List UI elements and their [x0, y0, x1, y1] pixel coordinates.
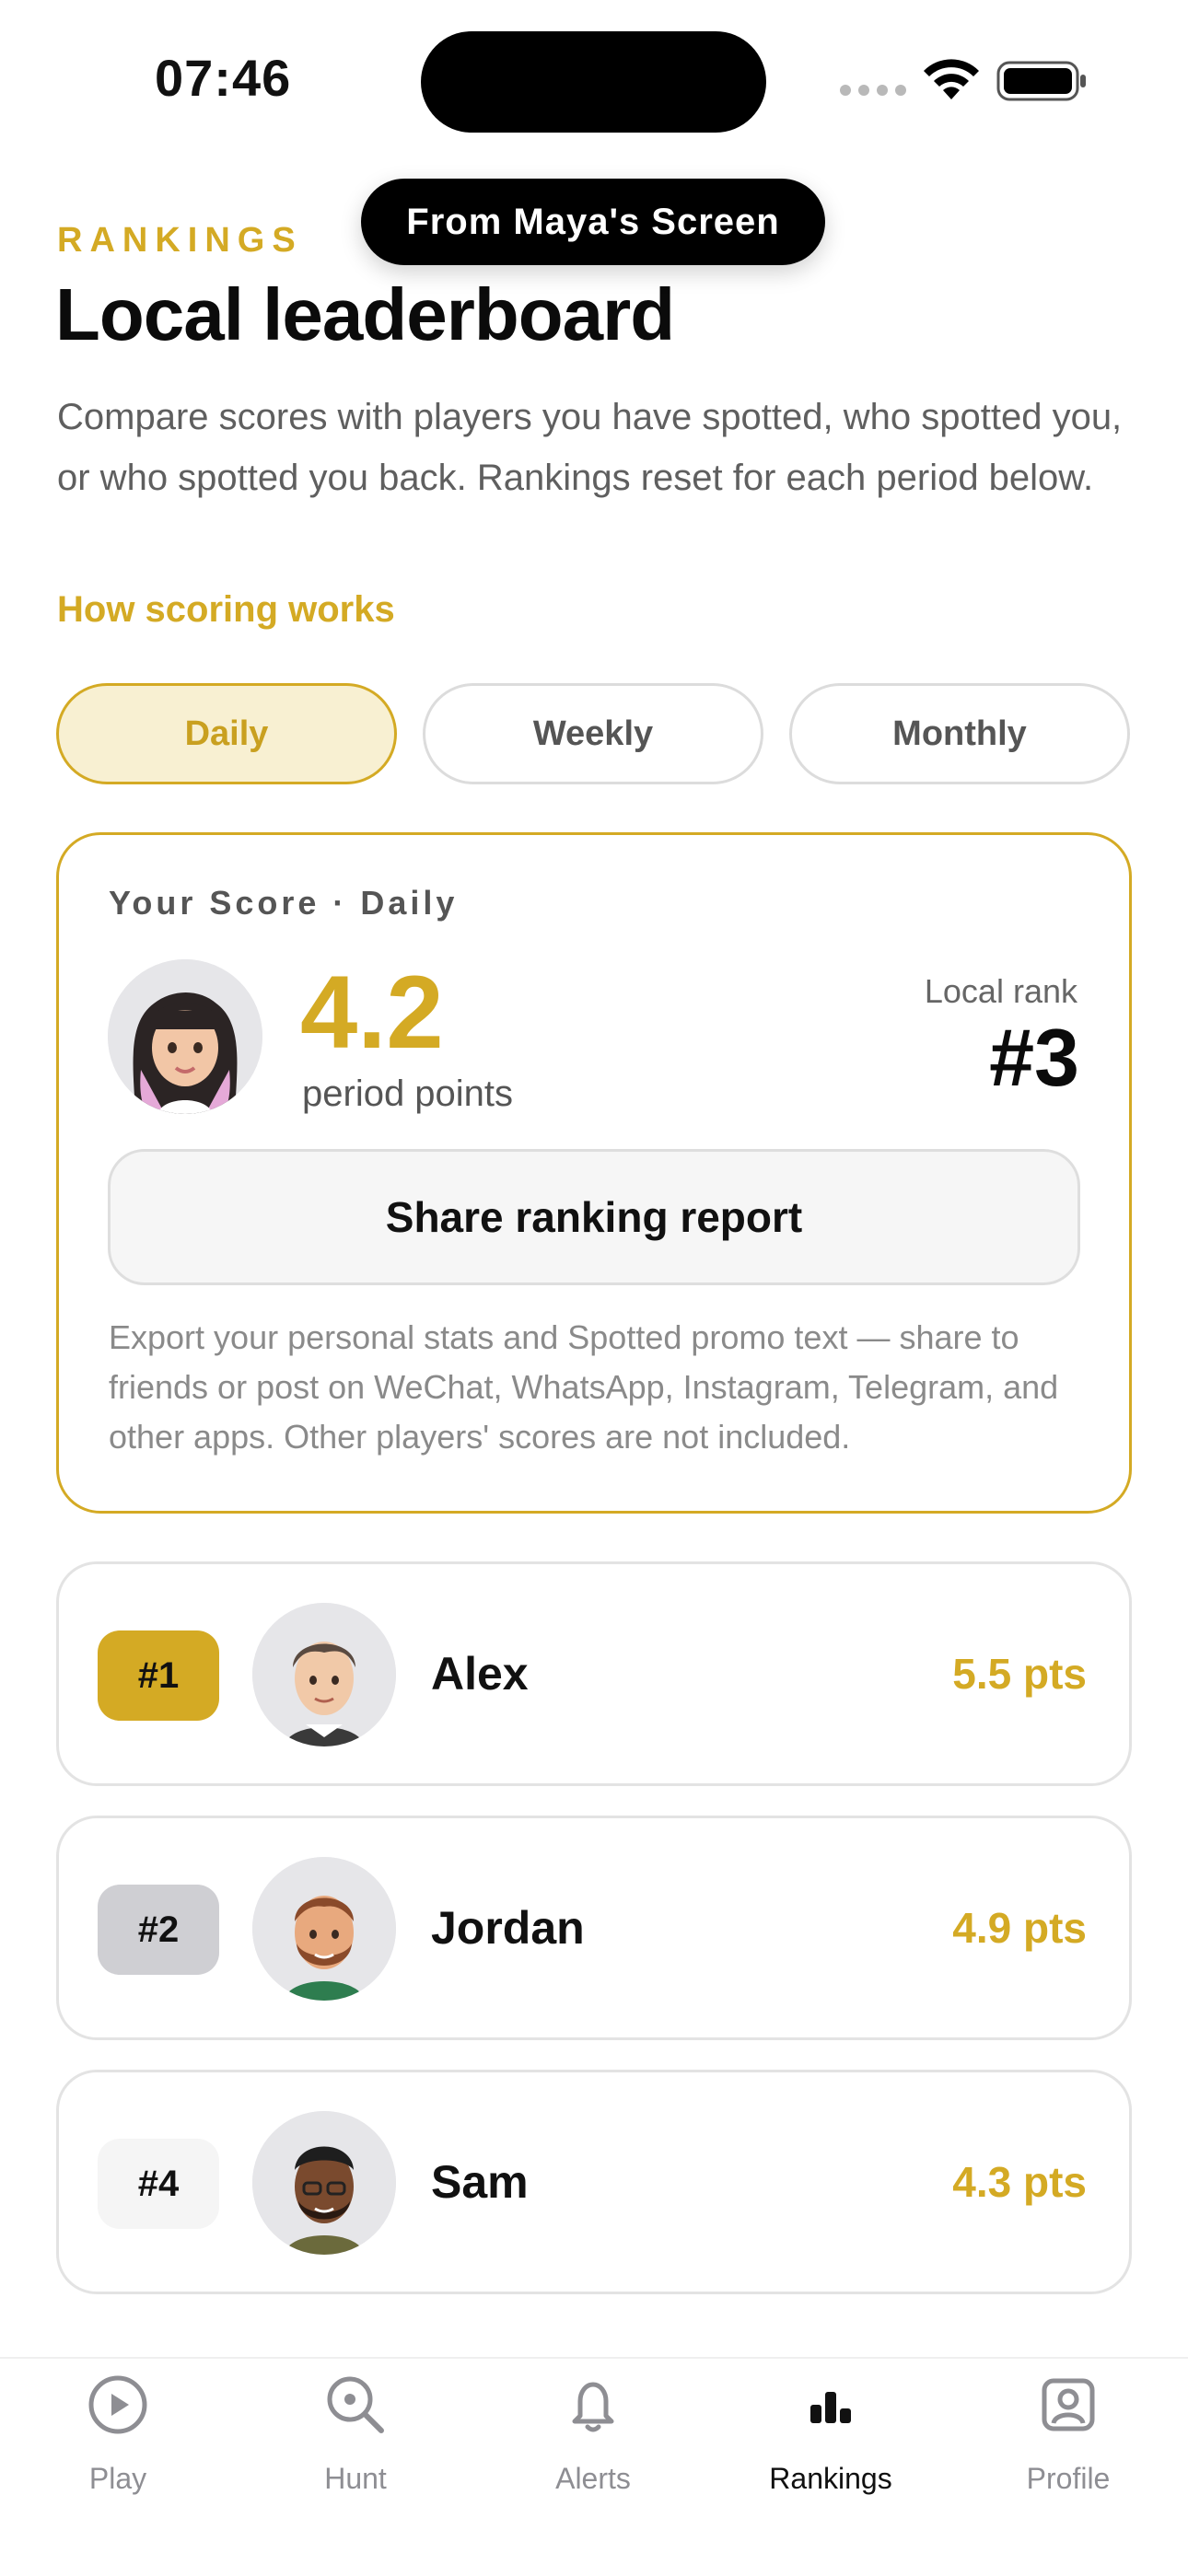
- tab-weekly[interactable]: Weekly: [423, 683, 763, 784]
- player-points: 4.9 pts: [952, 1904, 1087, 1952]
- avatar: [252, 2111, 396, 2255]
- local-rank-value: #3: [989, 1012, 1079, 1103]
- play-icon: [88, 2375, 147, 2434]
- tab-label: Profile: [1026, 2462, 1111, 2495]
- tab-label: Rankings: [769, 2462, 892, 2495]
- search-icon: [327, 2376, 384, 2433]
- cellular-signal-icon: [840, 85, 906, 96]
- screen-share-toast: From Maya's Screen: [361, 179, 825, 265]
- tab-label: Play: [88, 2462, 147, 2495]
- rank-badge: #2: [98, 1885, 219, 1975]
- tab-alerts[interactable]: Alerts: [492, 2372, 694, 2496]
- player-name: Jordan: [431, 1902, 585, 1954]
- bar-chart-icon: [810, 2392, 851, 2423]
- status-bar-time: 07:46: [155, 49, 292, 107]
- tab-daily[interactable]: Daily: [56, 683, 397, 784]
- tab-monthly[interactable]: Monthly: [789, 683, 1130, 784]
- player-points: 5.5 pts: [952, 1650, 1087, 1698]
- my-score-caption: period points: [302, 1073, 514, 1114]
- rank-badge: #4: [98, 2139, 219, 2229]
- tab-label: Alerts: [555, 2462, 631, 2495]
- avatar: [252, 1603, 396, 1746]
- player-name: Sam: [431, 2156, 529, 2208]
- rank-badge: #1: [98, 1630, 219, 1721]
- wifi-icon: [924, 59, 979, 99]
- how-scoring-works-link[interactable]: How scoring works: [57, 589, 395, 631]
- my-score-value: 4.2: [300, 955, 444, 1070]
- tab-label: Hunt: [324, 2462, 387, 2495]
- score-card-label: Your Score · Daily: [109, 884, 459, 922]
- tab-hunt[interactable]: Hunt: [254, 2372, 457, 2496]
- avatar: [252, 1857, 396, 2001]
- page-title: Local leaderboard: [55, 273, 675, 355]
- leaderboard-row[interactable]: #1 Alex 5.5 pts: [56, 1561, 1132, 1786]
- dynamic-island: [421, 31, 766, 133]
- page-description: Compare scores with players you have spo…: [57, 397, 1123, 498]
- tab-play[interactable]: Play: [17, 2372, 219, 2496]
- share-ranking-report-button[interactable]: Share ranking report: [108, 1149, 1080, 1285]
- profile-icon: [1042, 2378, 1095, 2431]
- local-rank-label: Local rank: [924, 972, 1077, 1010]
- avatar: [108, 959, 262, 1114]
- player-points: 4.3 pts: [952, 2158, 1087, 2206]
- section-eyebrow: RANKINGS: [57, 221, 303, 260]
- battery-icon: [996, 61, 1086, 101]
- leaderboard-row[interactable]: #4 Sam 4.3 pts: [56, 2070, 1132, 2294]
- share-description: Export your personal stats and Spotted p…: [109, 1318, 1059, 1456]
- tab-profile[interactable]: Profile: [967, 2372, 1170, 2496]
- bell-icon: [572, 2382, 614, 2432]
- player-name: Alex: [431, 1648, 529, 1700]
- tab-rankings[interactable]: Rankings: [729, 2372, 932, 2496]
- leaderboard-row[interactable]: #2 Jordan 4.9 pts: [56, 1816, 1132, 2040]
